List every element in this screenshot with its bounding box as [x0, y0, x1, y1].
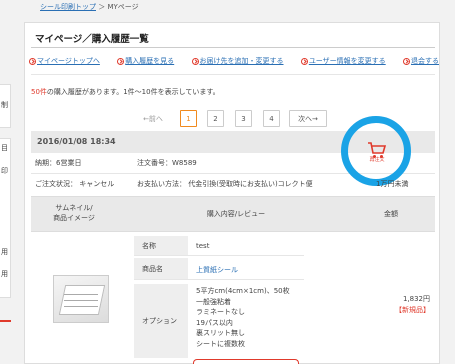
menu-user-info[interactable]: ユーザー情報を変更する: [300, 56, 386, 66]
order-number: 注文番号：W8589: [137, 159, 197, 167]
reorder-button[interactable]: 再注文: [341, 116, 411, 186]
menu-label: マイページトップへ: [37, 57, 100, 65]
new-item-badge: 【新規品】: [395, 306, 430, 314]
option-line: シートに複数枚: [196, 339, 245, 348]
arrow-circle-icon: [300, 57, 308, 65]
order-status: ご注文状況： キャンセル: [35, 180, 115, 188]
sidebar-box: 制: [0, 84, 11, 128]
history-count-number: 50件: [31, 88, 47, 96]
sidebar-char: 用: [1, 270, 8, 278]
option-line: 5平方cm(4cm×1cm)、50枚: [196, 287, 290, 295]
menu-mypage-top[interactable]: マイページトップへ: [29, 56, 100, 66]
review-button[interactable]: [193, 359, 299, 364]
sidebar-char: 制: [1, 101, 8, 109]
option-list: 5平方cm(4cm×1cm)、50枚 一般強粘着 ラミネートなし 19パス以内 …: [196, 286, 290, 350]
col-content: 購入内容/レビュー: [206, 210, 266, 218]
detail-label: 商品名: [134, 258, 188, 279]
detail-row-name: 名称 test: [134, 236, 304, 256]
arrow-circle-icon: [29, 57, 36, 65]
menu-shipping-address[interactable]: お届け先を追加・変更する: [191, 56, 284, 66]
detail-row-option: オプション 5平方cm(4cm×1cm)、50枚 一般強粘着 ラミネートなし 1…: [134, 284, 304, 358]
title-divider: [31, 47, 435, 48]
menu-label: 退会する: [411, 57, 439, 65]
sidebar-accent: [0, 320, 11, 322]
product-thumbnail[interactable]: [53, 275, 109, 323]
delivery-days: 納期：6営業日: [35, 159, 82, 167]
detail-value: test: [196, 242, 210, 250]
label-line: [64, 300, 98, 301]
history-count-text: の購入履歴があります。1件〜10件を表示しています。: [46, 88, 220, 96]
option-line: 裏スリット無し: [196, 329, 245, 338]
payment-method: お支払い方法： 代金引換(受取時にお支払い)コレクト便: [137, 180, 313, 188]
main-panel: マイページ／購入履歴一覧 マイページトップへ 購入履歴を見る お届け先を追加・変…: [24, 22, 440, 364]
col-amount: 金額: [384, 210, 398, 218]
menu-purchase-history[interactable]: 購入履歴を見る: [117, 56, 174, 66]
item-price: 1,832円: [402, 295, 430, 303]
page-title: マイページ／購入履歴一覧: [35, 34, 149, 45]
label-line: [64, 306, 98, 307]
history-count: 50件の購入履歴があります。1件〜10件を表示しています。: [31, 87, 220, 97]
col-thumbnail: サムネイル/ 商品イメージ: [53, 204, 95, 222]
pager-page-3[interactable]: 3: [235, 110, 252, 127]
breadcrumb-separator: ＞: [98, 3, 106, 11]
order-date: 2016/01/08 18:34: [37, 137, 116, 146]
menu-divider: [31, 74, 435, 75]
detail-label: 名称: [134, 236, 188, 255]
arrow-circle-icon: [403, 57, 410, 65]
mypage-menu: マイページトップへ 購入履歴を見る お届け先を追加・変更する ユーザー情報を変更…: [29, 56, 439, 66]
breadcrumb-home-link[interactable]: シール印刷トップ: [40, 3, 96, 11]
menu-label: ユーザー情報を変更する: [308, 57, 386, 65]
menu-withdraw[interactable]: 退会する: [403, 56, 439, 66]
pager-prev: ←前へ: [143, 114, 163, 123]
sidebar-box: 目 印 用 用: [0, 138, 11, 298]
menu-label: お届け先を追加・変更する: [199, 57, 284, 65]
pager-next[interactable]: 次へ→: [289, 110, 327, 127]
menu-label: 購入履歴を見る: [125, 57, 175, 65]
reorder-label: 再注文: [369, 157, 385, 163]
option-line: 19パス以内: [196, 318, 233, 327]
breadcrumb-current: MYページ: [107, 3, 139, 11]
sidebar-char: 印: [1, 167, 8, 175]
option-line: ラミネートなし: [196, 308, 245, 317]
product-link[interactable]: 上質紙シール: [196, 266, 238, 274]
items-table-header: サムネイル/ 商品イメージ 購入内容/レビュー 金額: [31, 196, 435, 232]
sidebar-char: 用: [1, 248, 8, 256]
detail-label: オプション: [134, 284, 188, 358]
label-line: [64, 294, 98, 295]
left-sidebar: 制 目 印 用 用: [0, 0, 14, 364]
pager-page-4[interactable]: 4: [263, 110, 280, 127]
pager-page-2[interactable]: 2: [207, 110, 224, 127]
arrow-circle-icon: [117, 57, 125, 65]
detail-row-product: 商品名 上質紙シール: [134, 258, 304, 280]
payment-tail: 1万円未満: [376, 180, 409, 188]
arrow-circle-icon: [191, 57, 199, 65]
sidebar-char: 目: [1, 144, 8, 152]
breadcrumb: シール印刷トップ ＞ MYページ: [40, 2, 139, 12]
pager-page-1[interactable]: 1: [180, 110, 197, 127]
option-line: 一般強粘着: [196, 297, 231, 306]
